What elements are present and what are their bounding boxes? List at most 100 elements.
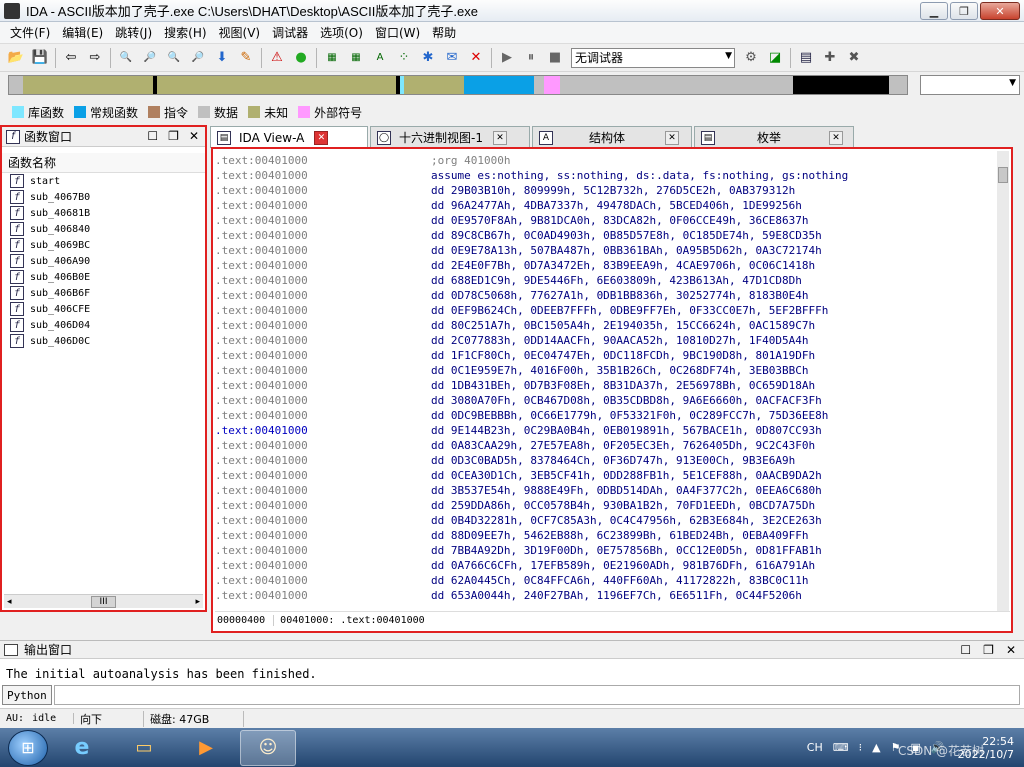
function-list-item[interactable]: f sub_40681B	[2, 205, 205, 221]
window-undock-icon[interactable]: ❐	[983, 643, 994, 657]
tab-hex-view[interactable]: ◯ 十六进制视图-1 ✕	[370, 126, 530, 148]
play-icon[interactable]: ▶	[497, 48, 517, 68]
function-name-column-header[interactable]: 函数名称	[2, 153, 205, 173]
disassembly-line[interactable]: .text:00401000 dd 3080A70Fh, 0CB467D08h, …	[215, 393, 1005, 408]
ie-taskbar-icon[interactable]: e	[54, 730, 110, 766]
scroll-right-icon[interactable]: ▸	[195, 597, 200, 607]
string-icon[interactable]: A	[370, 48, 390, 68]
open-icon[interactable]: 📂	[6, 48, 26, 68]
attach-icon[interactable]: ⚙	[741, 48, 761, 68]
jump-icon[interactable]: ⬇	[212, 48, 232, 68]
help-icon[interactable]: ▤	[796, 48, 816, 68]
menu-options[interactable]: 选项(O)	[314, 24, 369, 41]
close-icon[interactable]: ✕	[314, 130, 329, 145]
tab-enums[interactable]: ▤ 枚举 ✕	[694, 126, 854, 148]
minimize-button[interactable]: ▁	[920, 2, 948, 20]
rename-icon[interactable]: ✉	[442, 48, 462, 68]
disassembly-line[interactable]: .text:00401000 ;org 401000h	[215, 153, 1005, 168]
search-next-icon[interactable]: 🔍	[164, 48, 184, 68]
menu-file[interactable]: 文件(F)	[4, 24, 56, 41]
plugin-icon[interactable]: ✚	[820, 48, 840, 68]
close-icon[interactable]: ✕	[1006, 643, 1016, 657]
tray-settings-icon[interactable]: ⁝	[859, 741, 863, 754]
save-icon[interactable]: 💾	[30, 48, 50, 68]
disassembly-line[interactable]: .text:00401000 dd 89C8CB67h, 0C0AD4903h, …	[215, 228, 1005, 243]
warning-icon[interactable]: ⚠	[267, 48, 287, 68]
disassembly-line[interactable]: .text:00401000 dd 0CEA30D1Ch, 3EB5CF41h, …	[215, 468, 1005, 483]
disassembly-line[interactable]: .text:00401000 assume es:nothing, ss:noth…	[215, 168, 1005, 183]
graph-icon[interactable]: ◪	[765, 48, 785, 68]
array-icon[interactable]: ⁘	[394, 48, 414, 68]
green-dot-icon[interactable]: ●	[291, 48, 311, 68]
disassembly-line[interactable]: .text:00401000 dd 653A0044h, 240F27BAh, 1…	[215, 588, 1005, 603]
function-list-item[interactable]: f sub_406A90	[2, 253, 205, 269]
disassembly-line[interactable]: .text:00401000 dd 2C077883h, 0DD14AACFh, …	[215, 333, 1005, 348]
function-list-item[interactable]: f sub_406840	[2, 221, 205, 237]
disassembly-line[interactable]: .text:00401000 dd 7BB4A92Dh, 3D19F00Dh, 0…	[215, 543, 1005, 558]
disassembly-line[interactable]: .text:00401000 dd 0D3C0BAD5h, 8378464Ch, …	[215, 453, 1005, 468]
menu-windows[interactable]: 窗口(W)	[369, 24, 426, 41]
disassembly-line[interactable]: .text:00401000 dd 96A2477Ah, 4DBA7337h, 4…	[215, 198, 1005, 213]
disassembly-line[interactable]: .text:00401000 dd 0A766C6CFh, 17EFB589h, …	[215, 558, 1005, 573]
undefine-icon[interactable]: ✕	[466, 48, 486, 68]
start-button[interactable]: ⊞	[8, 729, 48, 766]
function-list-item[interactable]: f sub_406B6F	[2, 285, 205, 301]
close-button[interactable]: ✕	[980, 2, 1020, 20]
vertical-scrollbar[interactable]	[997, 151, 1009, 611]
menu-search[interactable]: 搜索(H)	[158, 24, 212, 41]
keyboard-icon[interactable]: ⌨	[833, 741, 849, 754]
close-icon[interactable]: ✕	[665, 130, 680, 145]
tool-icon[interactable]: ✖	[844, 48, 864, 68]
mark-icon[interactable]: ✎	[236, 48, 256, 68]
command-input[interactable]	[53, 685, 1020, 705]
disassembly-line[interactable]: .text:00401000 dd 62A0445Ch, 0C84FFCA6h, …	[215, 573, 1005, 588]
navigation-combo[interactable]: ▼	[920, 75, 1020, 95]
show-hidden-icons[interactable]: ▲	[872, 741, 880, 754]
data-icon[interactable]: ▦	[346, 48, 366, 68]
forward-icon[interactable]: ⇨	[85, 48, 105, 68]
disassembly-line[interactable]: .text:00401000 dd 0D78C5068h, 77627A1h, 0…	[215, 288, 1005, 303]
code-icon[interactable]: ▦	[322, 48, 342, 68]
tab-structures[interactable]: A 结构体 ✕	[532, 126, 692, 148]
function-list-item[interactable]: f sub_4069BC	[2, 237, 205, 253]
menu-edit[interactable]: 编辑(E)	[56, 24, 109, 41]
function-list-item[interactable]: f sub_406B0E	[2, 269, 205, 285]
explorer-taskbar-icon[interactable]: ▭	[116, 730, 172, 766]
menu-help[interactable]: 帮助	[426, 24, 462, 41]
disassembly-line[interactable]: .text:00401000 dd 0EF9B624Ch, 0DEEB7FFFh,…	[215, 303, 1005, 318]
close-icon[interactable]: ✕	[492, 130, 507, 145]
disassembly-line[interactable]: .text:00401000 dd 0E9E78A13h, 507BA487h, …	[215, 243, 1005, 258]
disassembly-line[interactable]: .text:00401000 dd 688ED1C9h, 9DE5446Fh, 6…	[215, 273, 1005, 288]
tab-ida-view-a[interactable]: ▤ IDA View-A ✕	[210, 126, 368, 148]
disassembly-line[interactable]: .text:00401000 dd 259DDA86h, 0CC0578B4h, …	[215, 498, 1005, 513]
ida-view-a[interactable]: .text:00401000 ;org 401000h .text:00401000…	[211, 147, 1013, 633]
disassembly-line[interactable]: .text:00401000 dd 80C251A7h, 0BC1505A4h, …	[215, 318, 1005, 333]
disassembly-line[interactable]: .text:00401000 dd 1DB431BEh, 0D7B3F08Eh, …	[215, 378, 1005, 393]
debugger-select[interactable]: 无调试器 ▼	[571, 47, 735, 68]
disassembly-line[interactable]: .text:00401000 dd 29B03B10h, 809999h, 5C1…	[215, 183, 1005, 198]
function-list-item[interactable]: f start	[2, 173, 205, 189]
python-button[interactable]: Python	[2, 685, 52, 705]
media-player-taskbar-icon[interactable]: ▶	[178, 730, 234, 766]
scroll-thumb[interactable]	[998, 167, 1008, 183]
disassembly-line[interactable]: .text:00401000 dd 0A83CAA29h, 27E57EA8h, …	[215, 438, 1005, 453]
disassembly-line[interactable]: .text:00401000 dd 0E9570F8Ah, 9B81DCA0h, …	[215, 213, 1005, 228]
function-list-item[interactable]: f sub_406D0C	[2, 333, 205, 349]
struct-icon[interactable]: ✱	[418, 48, 438, 68]
function-list-item[interactable]: f sub_406D04	[2, 317, 205, 333]
input-language[interactable]: CH	[807, 741, 823, 754]
search-binary-icon[interactable]: 🔍	[116, 48, 136, 68]
window-float-icon[interactable]: ☐	[960, 643, 971, 657]
pause-icon[interactable]: ⏸	[521, 48, 541, 68]
disassembly-line[interactable]: .text:00401000 dd 9E144B23h, 0C29BA0B4h, …	[215, 423, 1005, 438]
window-float-icon[interactable]: ☐	[147, 129, 158, 143]
disassembly-line[interactable]: .text:00401000 dd 1F1CF80Ch, 0EC04747Eh, …	[215, 348, 1005, 363]
menu-view[interactable]: 视图(V)	[213, 24, 267, 41]
restore-button[interactable]: ❐	[950, 2, 978, 20]
close-icon[interactable]: ✕	[189, 129, 199, 143]
close-icon[interactable]: ✕	[829, 130, 844, 145]
horizontal-scrollbar[interactable]: ◂ III ▸	[4, 594, 203, 608]
scroll-thumb[interactable]: III	[90, 595, 117, 608]
stop-icon[interactable]: ■	[545, 48, 565, 68]
navigation-band[interactable]	[8, 75, 908, 95]
